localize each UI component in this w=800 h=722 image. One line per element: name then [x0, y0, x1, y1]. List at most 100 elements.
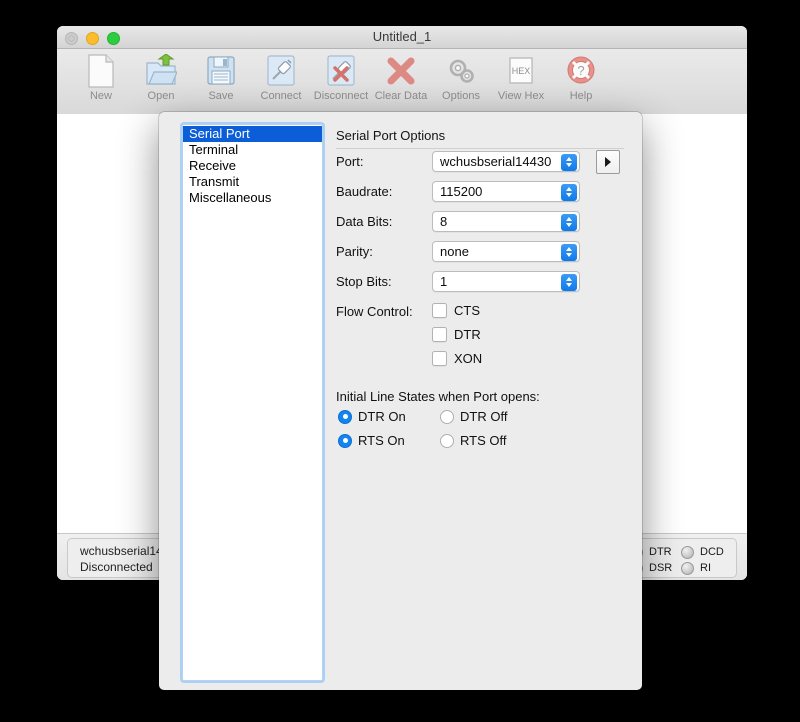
parity-select-value: none — [440, 243, 469, 259]
status-port-name: wchusbserial14 — [80, 544, 163, 558]
category-list[interactable]: Serial Port Terminal Receive Transmit Mi… — [182, 124, 323, 681]
signal-label-dsr: DSR — [649, 562, 673, 574]
checkbox-label-cts: CTS — [454, 303, 480, 318]
field-label-data-bits: Data Bits: — [336, 213, 393, 229]
radio-rts-on-icon[interactable] — [338, 433, 352, 448]
signal-row: DTR DCD — [630, 545, 726, 559]
category-item-terminal[interactable]: Terminal — [183, 142, 322, 158]
checkbox-xon-icon[interactable] — [432, 351, 447, 366]
toolbar-label-help: Help — [569, 90, 593, 102]
open-folder-icon — [145, 53, 177, 89]
signal-label-ri: RI — [700, 562, 711, 574]
status-text-group: wchusbserial14 Disconnected — [80, 543, 163, 575]
field-row-data-bits: Data Bits: 8 — [336, 210, 580, 232]
toolbar-label-disconnect: Disconnect — [313, 90, 369, 102]
radio-rts-off-icon[interactable] — [440, 433, 454, 448]
toolbar-label-connect: Connect — [260, 90, 302, 102]
checkbox-dtr-icon[interactable] — [432, 327, 447, 342]
toolbar-button-disconnect[interactable]: Disconnect — [311, 49, 371, 102]
data-bits-select-value: 8 — [440, 213, 448, 229]
toolbar-label-options: Options — [442, 90, 480, 102]
field-row-port: Port: wchusbserial14430 — [336, 150, 580, 172]
baudrate-stepper-icon[interactable] — [561, 183, 577, 201]
led-ri-icon — [681, 561, 694, 575]
window-title: Untitled_1 — [372, 29, 432, 44]
radio-label-dtr-off: DTR Off — [460, 409, 508, 424]
radio-dtr-on[interactable]: DTR On — [338, 409, 406, 424]
svg-text:?: ? — [577, 63, 584, 78]
toolbar-label-new: New — [89, 90, 112, 102]
field-row-stop-bits: Stop Bits: 1 — [336, 270, 580, 292]
status-connection-state: Disconnected — [80, 560, 153, 574]
toolbar-button-new[interactable]: New — [71, 49, 131, 102]
plug-connect-icon — [265, 53, 297, 89]
window-titlebar: Untitled_1 — [57, 26, 747, 49]
signal-label-dtr: DTR — [649, 546, 672, 558]
toolbar-button-clear-data[interactable]: Clear Data — [371, 49, 431, 102]
signal-row: DSR RI — [630, 561, 726, 575]
stop-bits-stepper-icon[interactable] — [561, 273, 577, 291]
toolbar-label-save: Save — [208, 90, 234, 102]
checkbox-row-xon[interactable]: XON — [432, 351, 482, 366]
radio-dtr-off-icon[interactable] — [440, 409, 454, 424]
data-bits-select[interactable]: 8 — [432, 210, 580, 232]
toolbar-button-help[interactable]: ? Help — [551, 49, 611, 102]
hex-icon: HEX — [506, 53, 536, 89]
port-select[interactable]: wchusbserial14430 — [432, 150, 580, 172]
toolbar-button-save[interactable]: Save — [191, 49, 251, 102]
svg-text:HEX: HEX — [512, 66, 531, 76]
led-dcd-icon — [681, 545, 694, 559]
new-document-icon — [86, 53, 116, 89]
category-item-miscellaneous[interactable]: Miscellaneous — [183, 190, 322, 206]
category-item-transmit[interactable]: Transmit — [183, 174, 322, 190]
checkbox-row-dtr[interactable]: DTR — [432, 327, 481, 342]
category-item-receive[interactable]: Receive — [183, 158, 322, 174]
panel-divider — [336, 148, 624, 149]
radio-dtr-off[interactable]: DTR Off — [440, 409, 507, 424]
toolbar-label-view-hex: View Hex — [497, 90, 545, 102]
parity-stepper-icon[interactable] — [561, 243, 577, 261]
radio-dtr-on-icon[interactable] — [338, 409, 352, 424]
radio-label-dtr-on: DTR On — [358, 409, 406, 424]
port-list-arrow-button[interactable] — [596, 150, 620, 174]
signal-label-dcd: DCD — [700, 546, 724, 558]
data-bits-stepper-icon[interactable] — [561, 213, 577, 231]
toolbar-button-view-hex[interactable]: HEX View Hex — [491, 49, 551, 102]
serial-port-options-panel: Serial Port Options Port: wchusbserial14… — [336, 124, 624, 653]
plug-disconnect-icon — [325, 53, 357, 89]
signal-indicators: DTR DCD DSR RI — [630, 545, 726, 577]
options-dialog: Serial Port Terminal Receive Transmit Mi… — [159, 112, 642, 690]
toolbar-label-open: Open — [147, 90, 175, 102]
checkbox-label-xon: XON — [454, 351, 483, 366]
toolbar: New Open Save Connect Disconnect Clear D… — [57, 49, 747, 115]
field-row-parity: Parity: none — [336, 240, 580, 262]
toolbar-button-options[interactable]: Options — [431, 49, 491, 102]
parity-select[interactable]: none — [432, 240, 580, 262]
category-item-serial-port[interactable]: Serial Port — [183, 126, 322, 142]
screen: Untitled_1 New Open Save Connect Disconn… — [0, 0, 800, 722]
radio-label-rts-on: RTS On — [358, 433, 405, 448]
radio-label-rts-off: RTS Off — [460, 433, 507, 448]
toolbar-button-open[interactable]: Open — [131, 49, 191, 102]
stop-bits-select[interactable]: 1 — [432, 270, 580, 292]
checkbox-cts-icon[interactable] — [432, 303, 447, 318]
radio-rts-on[interactable]: RTS On — [338, 433, 405, 448]
field-label-baudrate: Baudrate: — [336, 183, 393, 199]
baudrate-select[interactable]: 115200 — [432, 180, 580, 202]
gears-icon — [445, 53, 477, 89]
field-row-baudrate: Baudrate: 115200 — [336, 180, 580, 202]
port-stepper-icon[interactable] — [561, 153, 577, 171]
checkbox-label-dtr: DTR — [454, 327, 481, 342]
field-label-stop-bits: Stop Bits: — [336, 273, 392, 289]
field-label-port: Port: — [336, 153, 364, 169]
port-select-value: wchusbserial14430 — [440, 153, 552, 169]
flow-control-label: Flow Control: — [336, 304, 413, 319]
stop-bits-select-value: 1 — [440, 273, 448, 289]
red-x-icon — [385, 53, 417, 89]
toolbar-button-connect[interactable]: Connect — [251, 49, 311, 102]
triangle-right-icon — [605, 157, 611, 167]
radio-rts-off[interactable]: RTS Off — [440, 433, 506, 448]
toolbar-label-clear-data: Clear Data — [374, 90, 428, 102]
baudrate-select-value: 115200 — [440, 183, 483, 199]
checkbox-row-cts[interactable]: CTS — [432, 303, 480, 318]
